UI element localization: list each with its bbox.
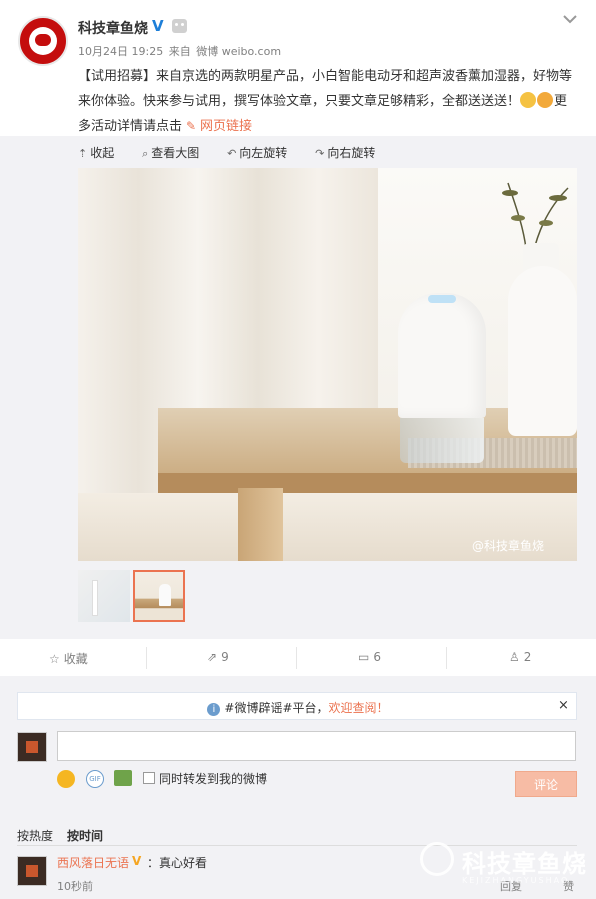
brand-logo-icon [420, 842, 454, 876]
favorite-button[interactable]: ☆ 收藏 [49, 650, 88, 667]
chevron-down-icon[interactable] [561, 10, 579, 28]
verified-icon: V [152, 17, 164, 35]
collapse-icon: ⇡ [78, 147, 88, 160]
author-avatar[interactable] [18, 16, 68, 66]
comment-sort: 按热度 按时间 [17, 827, 103, 844]
divider [146, 647, 147, 669]
comment-time: 10秒前 [57, 880, 93, 893]
brand-watermark: 科技章鱼烧 KEJIZHANGYUSHAO [418, 840, 596, 899]
like-button[interactable]: ♙ 2 [509, 650, 531, 664]
comment-icon: ▭ [358, 650, 370, 664]
post-source[interactable]: 微博 weibo.com [196, 45, 281, 58]
emoji-icon [537, 92, 554, 108]
photo-table-leg [238, 488, 283, 561]
forward-checkbox-label: 同时转发到我的微博 [159, 772, 268, 786]
post-body: 【试用招募】来自京选的两款明星产品，小白智能电动牙和超声波香薰加湿器，好物等来你… [78, 69, 573, 109]
sort-by-time[interactable]: 按时间 [67, 829, 103, 843]
rotate-left-icon: ↶ [227, 147, 237, 160]
forward-checkbox[interactable] [143, 772, 155, 784]
photo-table-edge [158, 473, 577, 493]
brand-watermark-text: 科技章鱼烧 [462, 850, 587, 878]
comment-text: ：真心好看 [147, 856, 208, 870]
info-icon: i [207, 703, 221, 716]
photo-humidifier [398, 293, 486, 468]
emoji-picker-icon[interactable] [57, 770, 75, 788]
post-actions: ☆ 收藏 ⇗ 9 ▭ 6 ♙ 2 [0, 638, 596, 676]
humidifier-base [400, 418, 484, 463]
image-upload-icon[interactable] [114, 770, 132, 786]
star-icon: ☆ [49, 652, 60, 666]
close-icon[interactable]: × [558, 698, 569, 713]
divider [296, 647, 297, 669]
commenter-avatar[interactable] [17, 856, 47, 886]
rumor-notice: i #微博辟谣#平台，欢迎查阅！ × [17, 692, 577, 720]
web-link[interactable]: 网页链接 [200, 119, 252, 134]
commenter-name[interactable]: 西风落日无语 [57, 854, 129, 871]
notice-text: i #微博辟谣#平台，欢迎查阅！ [18, 699, 578, 716]
photo-vase [508, 266, 577, 436]
post-photo[interactable]: @科技章鱼烧 [78, 168, 577, 561]
media-toolbar: ⇡ 收起 ⌕ 查看大图 ↶ 向左旋转 ↷ 向右旋转 [78, 144, 399, 161]
post-meta: 10月24日 19:25 来自 微博 weibo.com [78, 43, 283, 59]
notice-link[interactable]: 欢迎查阅！ [329, 701, 389, 715]
divider [446, 647, 447, 669]
rotate-left-button[interactable]: ↶ 向左旋转 [227, 146, 299, 160]
comment-button[interactable]: ▭ 6 [358, 650, 381, 664]
forward-icon: ⇗ [207, 650, 218, 664]
collapse-button[interactable]: ⇡ 收起 [78, 146, 126, 160]
robot-badge-icon [172, 19, 187, 33]
view-large-button[interactable]: ⌕ 查看大图 [142, 146, 211, 160]
post-header: 科技章鱼烧 V 10月24日 19:25 来自 微博 weibo.com 【试用… [0, 0, 596, 140]
author-name[interactable]: 科技章鱼烧 [78, 18, 148, 38]
humidifier-body [398, 293, 486, 418]
zoom-icon: ⌕ [142, 147, 149, 160]
vip-icon: V [132, 854, 142, 868]
media-area: ⇡ 收起 ⌕ 查看大图 ↶ 向左旋转 ↷ 向右旋转 @科技章鱼烧 [0, 136, 596, 638]
comment-input[interactable] [57, 731, 576, 761]
humidifier-light [428, 295, 456, 303]
forward-button[interactable]: ⇗ 9 [207, 650, 229, 664]
post-text: 【试用招募】来自京选的两款明星产品，小白智能电动牙和超声波香薰加湿器，好物等来你… [78, 64, 578, 139]
gif-icon[interactable]: GIF [86, 770, 104, 788]
avatar-logo-body [35, 34, 51, 46]
rotate-right-icon: ↷ [315, 147, 325, 160]
thumbnail-toothbrush[interactable] [78, 570, 130, 622]
sort-by-hot[interactable]: 按热度 [17, 829, 53, 843]
thumbs-up-icon: ♙ [509, 650, 520, 664]
my-avatar [17, 732, 47, 762]
rotate-right-button[interactable]: ↷ 向右旋转 [315, 146, 387, 160]
submit-comment-button[interactable]: 评论 [515, 771, 577, 797]
thumbnail-humidifier-selected[interactable] [133, 570, 185, 622]
post-date[interactable]: 10月24日 19:25 [78, 45, 163, 58]
brand-watermark-sub: KEJIZHANGYUSHAO [462, 876, 570, 885]
photo-watermark: @科技章鱼烧 [472, 539, 545, 553]
source-prefix: 来自 [168, 45, 191, 58]
emoji-icon [520, 92, 537, 108]
link-icon: ✎ [186, 119, 197, 133]
